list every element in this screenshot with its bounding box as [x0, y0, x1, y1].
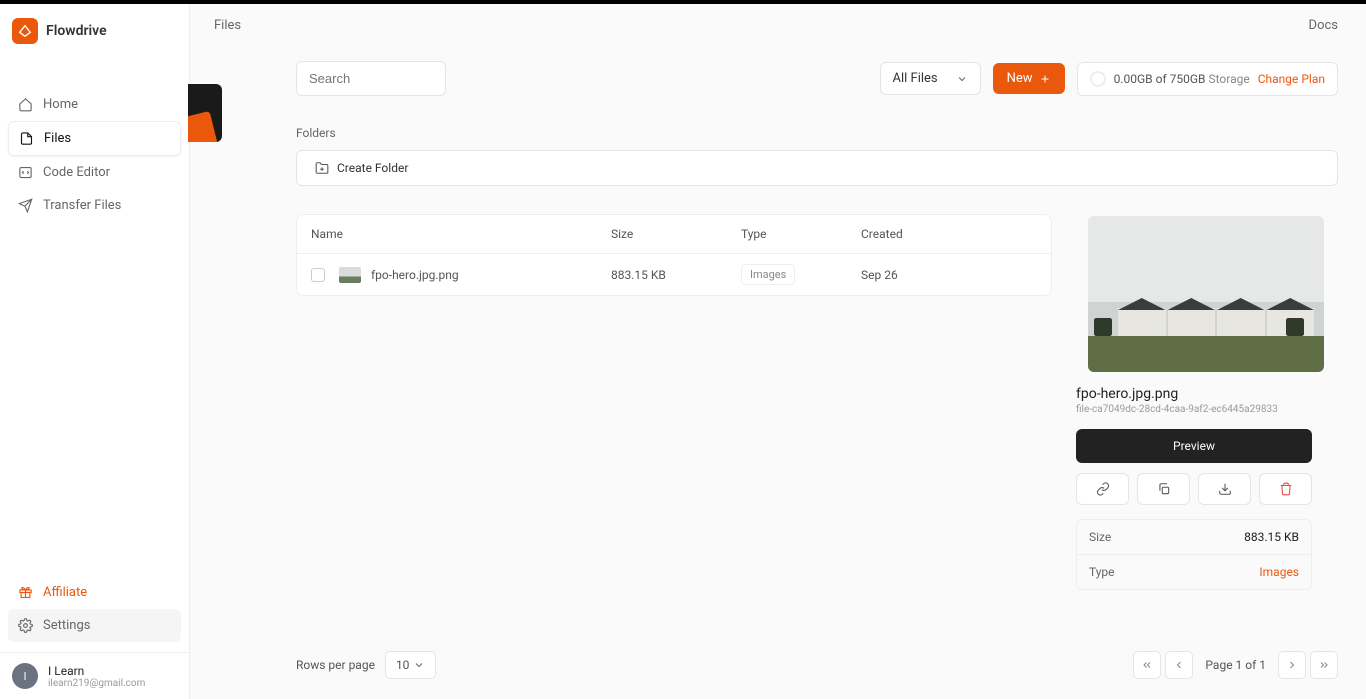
bottom-nav: Affiliate Settings — [0, 570, 189, 652]
change-plan-link[interactable]: Change Plan — [1258, 72, 1325, 86]
page-next-button[interactable] — [1278, 651, 1306, 679]
file-name: fpo-hero.jpg.png — [371, 268, 459, 282]
meta-size-value: 883.15 KB — [1244, 530, 1299, 544]
user-name: I Learn — [48, 664, 145, 678]
nav-settings[interactable]: Settings — [8, 609, 181, 642]
nav-settings-label: Settings — [43, 618, 90, 633]
brand-name: Flowdrive — [46, 23, 107, 39]
nav: Home Files Code Editor Transfer Files — [0, 58, 189, 570]
detail-panel: fpo-hero.jpg.png file-ca7049dc-28cd-4caa… — [1074, 214, 1338, 639]
file-size: 883.15 KB — [611, 268, 741, 282]
meta-type-key: Type — [1089, 565, 1115, 579]
page-first-button[interactable] — [1133, 651, 1161, 679]
download-button[interactable] — [1198, 473, 1251, 505]
user-email: ilearn219@gmail.com — [48, 678, 145, 689]
docs-link[interactable]: Docs — [1309, 18, 1338, 33]
nav-code-editor[interactable]: Code Editor — [8, 156, 181, 189]
delete-button[interactable] — [1259, 473, 1312, 505]
header-created[interactable]: Created — [861, 227, 1037, 241]
create-folder-button[interactable]: Create Folder — [296, 150, 1338, 186]
header-type[interactable]: Type — [741, 227, 861, 241]
copy-icon — [1157, 482, 1171, 496]
row-checkbox[interactable] — [311, 268, 325, 282]
nav-home-label: Home — [43, 97, 78, 112]
new-button-label: New — [1007, 71, 1033, 86]
plus-icon — [1039, 73, 1051, 85]
user-row[interactable]: I I Learn ilearn219@gmail.com — [0, 652, 189, 699]
nav-transfer[interactable]: Transfer Files — [8, 189, 181, 222]
brand: Flowdrive — [0, 4, 189, 58]
nav-affiliate-label: Affiliate — [43, 585, 87, 600]
meta-type-value[interactable]: Images — [1259, 565, 1299, 579]
thumbnail-icon — [339, 267, 361, 283]
file-created: Sep 26 — [861, 268, 1037, 282]
app-card-icon — [188, 84, 222, 142]
table-row[interactable]: fpo-hero.jpg.png 883.15 KB Images Sep 26 — [297, 254, 1051, 295]
chevron-right-icon — [1286, 659, 1298, 671]
chevrons-right-icon — [1318, 659, 1330, 671]
link-icon — [1096, 482, 1110, 496]
search-input[interactable] — [296, 61, 446, 96]
detail-filename: fpo-hero.jpg.png — [1076, 386, 1336, 402]
brand-logo-icon — [12, 18, 38, 44]
filter-select-label: All Files — [893, 71, 938, 86]
chevrons-left-icon — [1141, 659, 1153, 671]
avatar: I — [12, 663, 38, 689]
nav-files[interactable]: Files — [8, 121, 181, 156]
footer: Rows per page 10 Page 1 of 1 — [296, 639, 1338, 699]
rows-per-page-select[interactable]: 10 — [385, 651, 437, 679]
trash-icon — [1279, 482, 1293, 496]
header-size[interactable]: Size — [611, 227, 741, 241]
file-type-tag: Images — [741, 264, 795, 285]
new-button[interactable]: New — [993, 63, 1065, 94]
create-folder-label: Create Folder — [337, 161, 408, 175]
filter-select[interactable]: All Files — [880, 62, 981, 95]
nav-transfer-label: Transfer Files — [43, 198, 121, 213]
preview-button[interactable]: Preview — [1076, 429, 1312, 463]
detail-file-id: file-ca7049dc-28cd-4caa-9af2-ec6445a2983… — [1076, 404, 1336, 415]
breadcrumb: Files — [214, 18, 241, 33]
main: Files Docs All Files New 0.00GB of 75 — [190, 4, 1366, 699]
chevron-down-icon — [413, 659, 425, 671]
rows-per-page-value: 10 — [396, 658, 410, 672]
storage-box: 0.00GB of 750GB Storage Change Plan — [1077, 62, 1338, 96]
meta-box: Size 883.15 KB Type Images — [1076, 519, 1312, 590]
file-table: Name Size Type Created fpo-hero.jpg.png … — [296, 214, 1052, 296]
folders-label: Folders — [296, 126, 1338, 140]
toolbar: All Files New 0.00GB of 750GB Storage Ch… — [296, 61, 1338, 96]
sidebar: Flowdrive Home Files Code Editor Transfe… — [0, 4, 190, 699]
copy-link-button[interactable] — [1076, 473, 1129, 505]
header-name[interactable]: Name — [311, 227, 611, 241]
folder-plus-icon — [315, 161, 329, 175]
nav-files-label: Files — [44, 131, 71, 146]
storage-text: 0.00GB of 750GB Storage — [1114, 72, 1250, 86]
nav-affiliate[interactable]: Affiliate — [8, 576, 181, 609]
download-icon — [1218, 482, 1232, 496]
storage-ring-icon — [1090, 71, 1106, 87]
meta-size-key: Size — [1089, 530, 1111, 544]
table-header: Name Size Type Created — [297, 215, 1051, 254]
rows-per-page-label: Rows per page — [296, 658, 375, 672]
chevron-down-icon — [956, 73, 968, 85]
page-info: Page 1 of 1 — [1197, 658, 1274, 672]
page-last-button[interactable] — [1310, 651, 1338, 679]
nav-home[interactable]: Home — [8, 88, 181, 121]
preview-image — [1088, 216, 1324, 372]
chevron-left-icon — [1173, 659, 1185, 671]
topbar: Files Docs — [190, 4, 1366, 47]
page-prev-button[interactable] — [1165, 651, 1193, 679]
copy-button[interactable] — [1137, 473, 1190, 505]
nav-code-editor-label: Code Editor — [43, 165, 110, 180]
